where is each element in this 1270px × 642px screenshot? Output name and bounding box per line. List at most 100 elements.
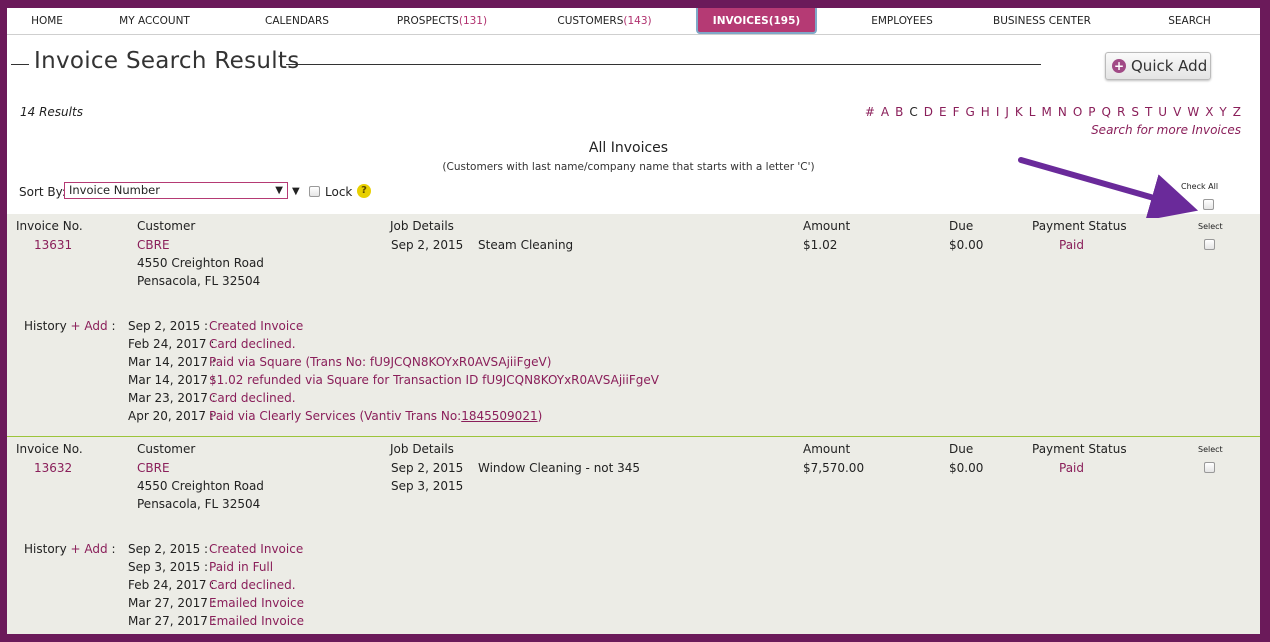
sort-label: Sort By: [19, 185, 66, 199]
nav-home[interactable]: HOME [7, 8, 87, 34]
nav-calendars[interactable]: CALENDARS [252, 8, 342, 34]
history-label-group: History + Add : [24, 319, 116, 333]
history-colon: : [111, 542, 116, 556]
transaction-link[interactable]: 1845509021 [461, 409, 537, 423]
history-entry-text: $1.02 refunded via Square for Transactio… [209, 373, 659, 387]
customer-address-line2: Pensacola, FL 32504 [137, 274, 261, 288]
alphabet-letter-link[interactable]: M [1041, 105, 1051, 119]
alphabet-letter-link[interactable]: L [1029, 105, 1036, 119]
history-date: Mar 23, 2017 : [128, 391, 216, 405]
alphabet-letter-link[interactable]: A [881, 105, 889, 119]
nav-employees[interactable]: EMPLOYEES [852, 8, 952, 34]
header-invoice-no: Invoice No. [16, 219, 83, 233]
nav-search[interactable]: SEARCH [1152, 8, 1227, 34]
history-entry: Paid via Square (Trans No: fU9JCQN8KOYxR… [209, 355, 551, 369]
alphabet-letter-link[interactable]: W [1187, 105, 1199, 119]
customer-name-link[interactable]: CBRE [137, 461, 170, 475]
header-payment-status: Payment Status [1032, 219, 1127, 233]
title-rule-right [286, 64, 1041, 65]
history-entry-text: Created Invoice [209, 542, 304, 556]
alphabet-letter-link[interactable]: B [895, 105, 903, 119]
alphabet-letter-link[interactable]: E [939, 105, 947, 119]
customer-name-link[interactable]: CBRE [137, 238, 170, 252]
customer-address-line1: 4550 Creighton Road [137, 256, 264, 270]
invoice-amount: $1.02 [803, 238, 838, 252]
history-label: History [24, 319, 67, 333]
history-entry-text: Created Invoice [209, 319, 304, 333]
alphabet-letter-link[interactable]: D [924, 105, 933, 119]
nav-customers[interactable]: CUSTOMERS(143) [542, 8, 667, 34]
history-entry: Paid via Clearly Services (Vantiv Trans … [209, 409, 542, 423]
sort-select-value: Invoice Number [69, 183, 160, 197]
invoice-row: Invoice No. Customer Job Details Amount … [7, 437, 1260, 634]
job-date: Sep 3, 2015 [391, 479, 464, 493]
header-due: Due [949, 219, 974, 233]
history-colon: : [111, 319, 116, 333]
history-entry-text: Paid via Clearly Services (Vantiv Trans … [209, 409, 462, 423]
history-entry-text: Card declined. [209, 391, 296, 405]
help-icon[interactable]: ? [357, 184, 371, 198]
nav-prospects-count: (131) [458, 15, 488, 27]
alphabet-letter-link[interactable]: I [996, 105, 1000, 119]
top-nav: HOME MY ACCOUNT CALENDARS PROSPECTS(131)… [7, 8, 1260, 35]
alphabet-letter-link[interactable]: K [1015, 105, 1023, 119]
payment-status: Paid [1059, 238, 1085, 252]
nav-prospects[interactable]: PROSPECTS(131) [382, 8, 502, 34]
history-entry-text: Card declined. [209, 337, 296, 351]
alphabet-letter-link[interactable]: # [865, 105, 875, 119]
history-add-link[interactable]: + Add [71, 542, 108, 556]
select-checkbox[interactable] [1204, 239, 1215, 250]
header-invoice-no: Invoice No. [16, 442, 83, 456]
nav-invoices[interactable]: INVOICES(195) [696, 8, 817, 34]
nav-business-center[interactable]: BUSINESS CENTER [982, 8, 1102, 34]
history-entry: Emailed Invoice [209, 614, 304, 628]
alphabet-letter-link[interactable]: O [1073, 105, 1082, 119]
history-date: Mar 14, 2017 : [128, 355, 216, 369]
history-date: Sep 2, 2015 : [128, 319, 209, 333]
invoice-number-link[interactable]: 13632 [34, 461, 72, 475]
history-entry: Created Invoice [209, 319, 303, 333]
alphabet-letter-link[interactable]: R [1117, 105, 1125, 119]
invoice-number-link[interactable]: 13631 [34, 238, 72, 252]
nav-my-account-label: MY ACCOUNT [119, 15, 190, 27]
alphabet-letter-link[interactable]: Z [1233, 105, 1241, 119]
app-frame: HOME MY ACCOUNT CALENDARS PROSPECTS(131)… [7, 8, 1260, 634]
history-date: Mar 14, 2017 : [128, 373, 216, 387]
alphabet-letter-link[interactable]: T [1145, 105, 1152, 119]
alphabet-letter-link[interactable]: H [981, 105, 990, 119]
invoice-amount: $7,570.00 [803, 461, 865, 475]
header-amount: Amount [803, 442, 851, 456]
nav-business-center-label: BUSINESS CENTER [993, 15, 1091, 27]
header-payment-status: Payment Status [1032, 442, 1127, 456]
alphabet-letter-link[interactable]: Q [1102, 105, 1111, 119]
nav-my-account[interactable]: MY ACCOUNT [107, 8, 202, 34]
alphabet-letter-link[interactable]: U [1158, 105, 1167, 119]
search-more-link[interactable]: Search for more Invoices [1091, 123, 1241, 137]
alphabet-letter-link[interactable]: C [909, 105, 917, 119]
select-checkbox[interactable] [1204, 462, 1215, 473]
alphabet-letter-link[interactable]: G [965, 105, 974, 119]
job-description: Window Cleaning - not 345 [478, 461, 641, 475]
alphabet-letter-link[interactable]: V [1173, 105, 1181, 119]
alphabet-letter-link[interactable]: J [1005, 105, 1009, 119]
alphabet-letter-link[interactable]: F [953, 105, 960, 119]
quick-add-button[interactable]: + Quick Add [1105, 52, 1211, 80]
job-date: Sep 2, 2015 [391, 238, 464, 252]
history-entry: Card declined. [209, 391, 296, 405]
header-customer: Customer [137, 219, 196, 233]
sort-select[interactable]: Invoice Number ▼ [64, 182, 288, 199]
nav-invoices-count: (195) [768, 15, 801, 27]
history-add-link[interactable]: + Add [71, 319, 108, 333]
alphabet-letter-link[interactable]: X [1205, 105, 1213, 119]
alphabet-letter-link[interactable]: Y [1219, 105, 1226, 119]
alphabet-letter-link[interactable]: N [1058, 105, 1067, 119]
invoice-due: $0.00 [949, 461, 984, 475]
history-date: Mar 27, 2017 : [128, 614, 216, 628]
history-date: Sep 2, 2015 : [128, 542, 209, 556]
alphabet-letter-link[interactable]: P [1088, 105, 1095, 119]
lock-checkbox[interactable] [309, 186, 320, 197]
sort-direction-icon[interactable]: ▼ [292, 186, 300, 197]
nav-customers-label: CUSTOMERS [557, 15, 624, 27]
history-entry-tail: ) [537, 409, 543, 423]
alphabet-letter-link[interactable]: S [1131, 105, 1139, 119]
